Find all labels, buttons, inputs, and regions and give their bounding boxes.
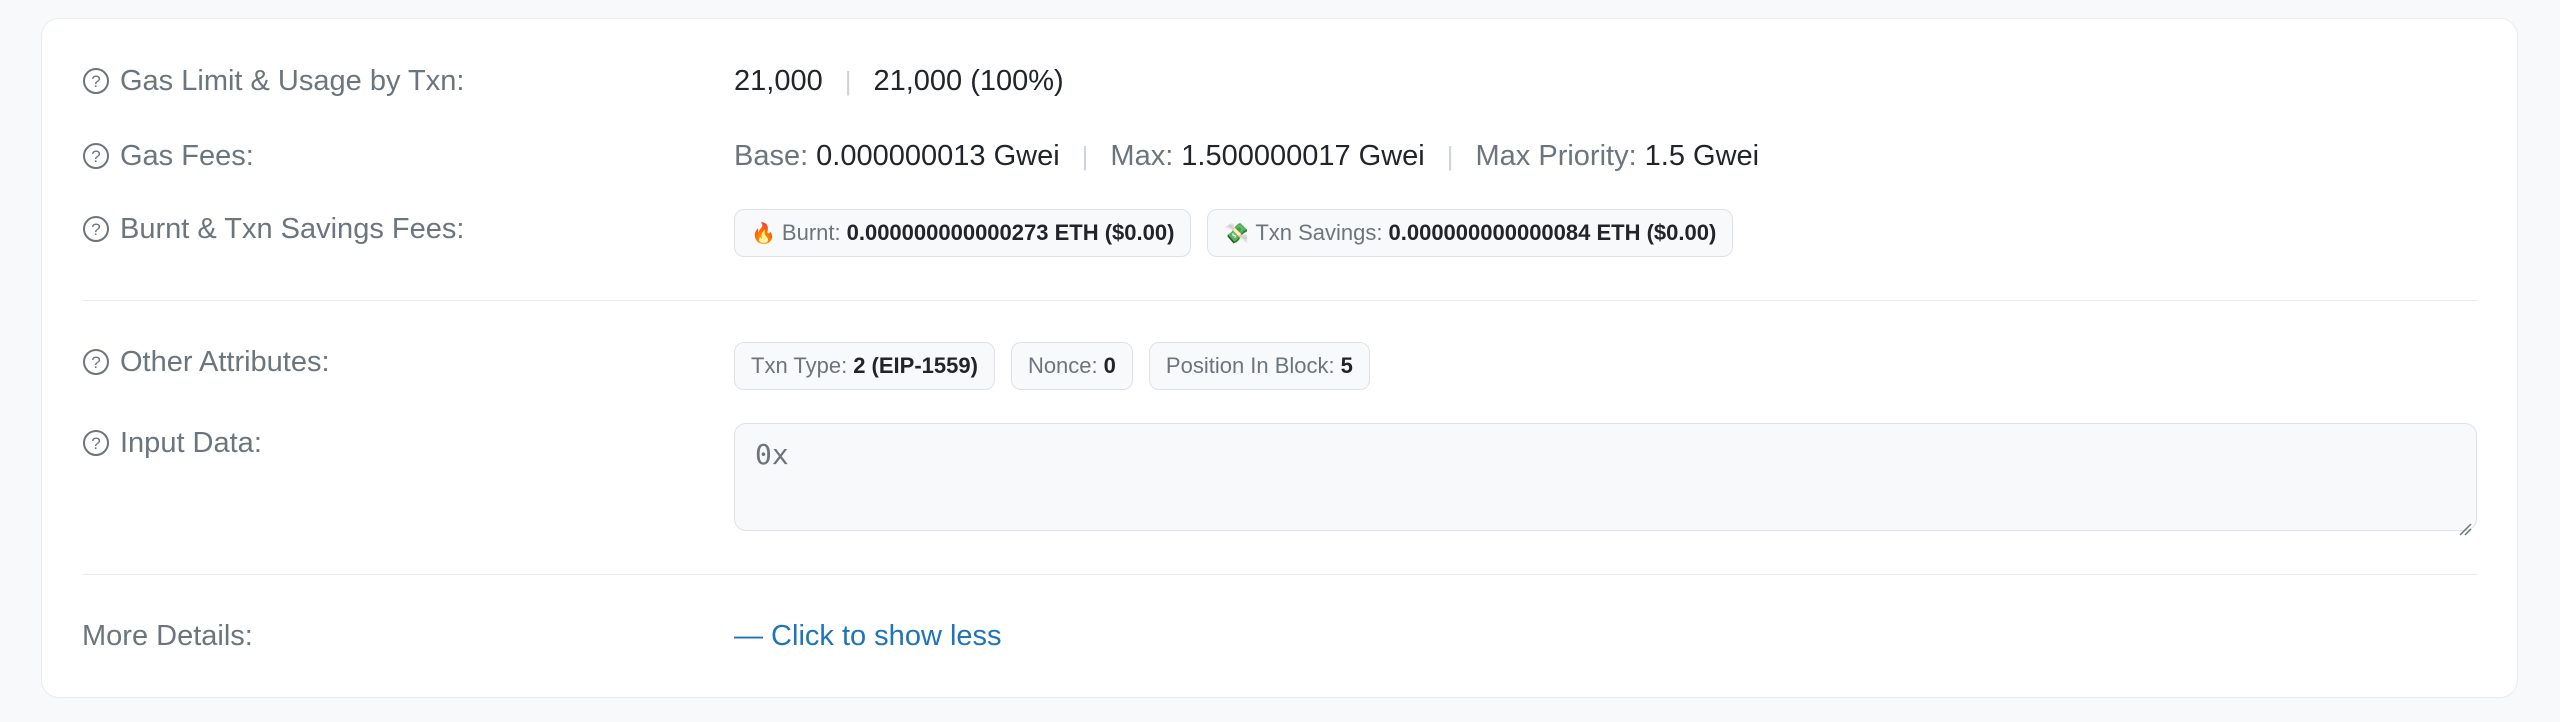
question-circle-icon[interactable]: ? xyxy=(82,429,110,457)
txn-type-badge: Txn Type: 2 (EIP-1559) xyxy=(734,342,995,390)
input-data-textarea[interactable]: 0x xyxy=(734,423,2477,536)
gas-limit-row: ? Gas Limit & Usage by Txn: 21,000 | 21,… xyxy=(82,61,2477,101)
gas-fees-row: ? Gas Fees: Base: 0.000000013 Gwei | Max… xyxy=(82,136,2477,176)
section-divider xyxy=(82,300,2477,301)
txn-type-label: Txn Type: xyxy=(751,353,848,378)
input-data-label: ? Input Data: xyxy=(82,423,262,463)
burnt-value: 0.000000000000273 ETH ($0.00) xyxy=(846,220,1175,245)
gas-limit-label-text: Gas Limit & Usage by Txn: xyxy=(120,64,465,97)
input-data-value: 0x xyxy=(755,438,789,471)
nonce-badge: Nonce: 0 xyxy=(1010,342,1133,390)
base-fee-label: Base: xyxy=(734,139,809,172)
resize-handle-icon[interactable] xyxy=(2456,510,2472,536)
other-attributes-value: Txn Type: 2 (EIP-1559) Nonce: 0 Position… xyxy=(734,342,1386,390)
gas-fees-label: ? Gas Fees: xyxy=(82,136,254,176)
show-less-link[interactable]: — Click to show less xyxy=(734,620,1002,653)
position-label: Position In Block: xyxy=(1165,353,1335,378)
position-badge: Position In Block: 5 xyxy=(1148,342,1370,390)
burnt-savings-label-text: Burnt & Txn Savings Fees: xyxy=(120,212,465,245)
burnt-savings-label: ? Burnt & Txn Savings Fees: xyxy=(82,209,464,249)
burnt-savings-value: 🔥 Burnt: 0.000000000000273 ETH ($0.00) 💸… xyxy=(734,209,1749,257)
other-attributes-row: ? Other Attributes: Txn Type: 2 (EIP-155… xyxy=(82,342,2477,390)
question-circle-icon[interactable]: ? xyxy=(82,142,110,170)
gas-fees-value: Base: 0.000000013 Gwei | Max: 1.50000001… xyxy=(734,136,1759,176)
txn-savings-value: 0.000000000000084 ETH ($0.00) xyxy=(1388,220,1717,245)
input-data-row: ? Input Data: 0x xyxy=(82,423,2477,536)
svg-text:?: ? xyxy=(91,147,100,166)
svg-text:?: ? xyxy=(91,220,100,239)
gas-fees-label-text: Gas Fees: xyxy=(120,139,254,172)
gas-limit-label: ? Gas Limit & Usage by Txn: xyxy=(82,61,464,101)
svg-text:?: ? xyxy=(91,434,100,453)
max-fee-value: 1.500000017 Gwei xyxy=(1181,139,1425,172)
burnt-fee-badge: 🔥 Burnt: 0.000000000000273 ETH ($0.00) xyxy=(734,209,1192,257)
txn-type-value: 2 (EIP-1559) xyxy=(853,353,978,378)
burnt-savings-row: ? Burnt & Txn Savings Fees: 🔥 Burnt: 0.0… xyxy=(82,209,2477,257)
other-attributes-label-text: Other Attributes: xyxy=(120,345,330,378)
more-details-row: More Details: — Click to show less xyxy=(82,616,2477,656)
other-attributes-label: ? Other Attributes: xyxy=(82,342,330,382)
section-divider xyxy=(82,574,2477,575)
more-details-label: More Details: xyxy=(82,616,253,656)
question-circle-icon[interactable]: ? xyxy=(82,67,110,95)
question-circle-icon[interactable]: ? xyxy=(82,215,110,243)
position-value: 5 xyxy=(1340,353,1353,378)
txn-savings-badge: 💸 Txn Savings: 0.000000000000084 ETH ($0… xyxy=(1207,209,1734,257)
money-wings-icon: 💸 xyxy=(1224,222,1250,245)
separator: | xyxy=(1081,140,1089,171)
burnt-label: Burnt: xyxy=(781,220,841,245)
nonce-value: 0 xyxy=(1103,353,1116,378)
gas-limit: 21,000 xyxy=(734,64,823,97)
question-circle-icon[interactable]: ? xyxy=(82,348,110,376)
fire-icon: 🔥 xyxy=(751,222,776,245)
gas-limit-value: 21,000 | 21,000 (100%) xyxy=(734,61,1064,101)
more-details-label-text: More Details: xyxy=(82,619,253,652)
input-data-label-text: Input Data: xyxy=(120,426,262,459)
separator: | xyxy=(844,65,852,96)
transaction-details-card: ? Gas Limit & Usage by Txn: 21,000 | 21,… xyxy=(41,18,2518,698)
svg-text:?: ? xyxy=(91,353,100,372)
gas-usage: 21,000 (100%) xyxy=(873,64,1064,97)
base-fee-value: 0.000000013 Gwei xyxy=(816,139,1060,172)
nonce-label: Nonce: xyxy=(1027,353,1098,378)
max-priority-value: 1.5 Gwei xyxy=(1644,139,1760,172)
more-details-value: — Click to show less xyxy=(734,616,1002,656)
svg-text:?: ? xyxy=(91,72,100,91)
separator: | xyxy=(1446,140,1454,171)
max-priority-label: Max Priority: xyxy=(1475,139,1637,172)
txn-savings-label: Txn Savings: xyxy=(1255,220,1383,245)
max-fee-label: Max: xyxy=(1110,139,1174,172)
